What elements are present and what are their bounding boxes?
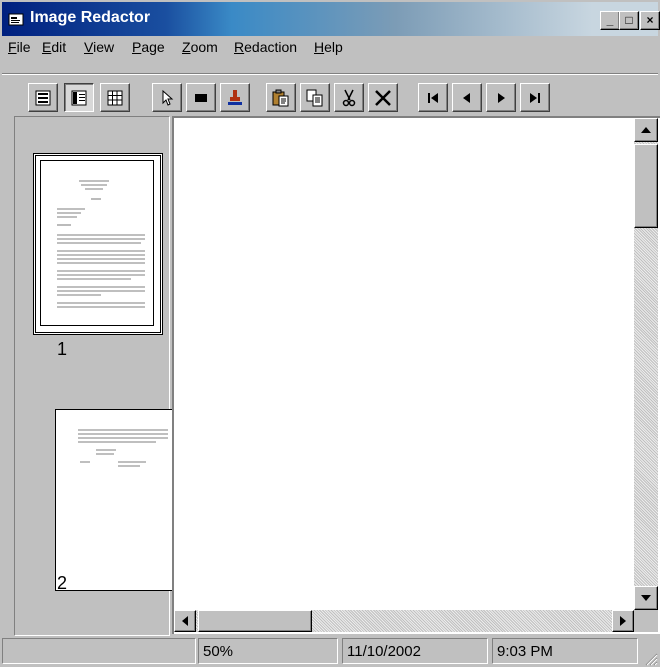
scroll-down-button[interactable] — [634, 586, 658, 610]
vertical-scrollbar[interactable] — [634, 118, 658, 610]
maximize-button[interactable]: □ — [619, 11, 639, 30]
redact-box-icon — [195, 93, 207, 102]
close-icon: × — [646, 13, 654, 27]
vertical-scroll-thumb[interactable] — [634, 144, 658, 228]
arrow-right-icon — [620, 616, 626, 626]
scissors-icon — [342, 89, 356, 106]
thumbnail-view-button[interactable] — [64, 83, 94, 112]
page-1-preview — [57, 180, 145, 308]
window-title: Image Redactor — [30, 9, 151, 26]
delete-button[interactable] — [368, 83, 398, 112]
copy-icon — [306, 89, 323, 106]
pointer-icon — [162, 89, 174, 106]
status-message — [2, 638, 196, 664]
horizontal-scroll-thumb[interactable] — [198, 610, 312, 632]
menu-zoom[interactable]: Zoom — [182, 39, 218, 55]
paste-icon — [272, 89, 289, 106]
previous-page-icon — [463, 92, 470, 103]
menu-page[interactable]: Page — [132, 39, 165, 55]
status-bar: 50% 11/10/2002 9:03 PM — [0, 636, 660, 667]
scroll-right-button[interactable] — [612, 610, 634, 632]
app-icon — [8, 13, 24, 26]
minimize-button[interactable]: _ — [600, 11, 620, 30]
menu-redaction[interactable]: Redaction — [234, 39, 297, 55]
first-page-icon — [428, 92, 438, 103]
copy-button[interactable] — [300, 83, 330, 112]
toolbar — [2, 79, 658, 113]
last-page-icon — [530, 92, 540, 103]
app-window: Image Redactor _ □ × File Edit View Page… — [0, 0, 660, 667]
last-page-button[interactable] — [520, 83, 550, 112]
status-time: 9:03 PM — [492, 638, 638, 664]
cut-button[interactable] — [334, 83, 364, 112]
status-date: 11/10/2002 — [342, 638, 488, 664]
menu-edit[interactable]: Edit — [42, 39, 66, 55]
next-page-icon — [498, 92, 505, 103]
horizontal-scrollbar[interactable] — [174, 610, 634, 632]
paste-button[interactable] — [266, 83, 296, 112]
first-page-button[interactable] — [418, 83, 448, 112]
resize-grip-icon[interactable] — [642, 650, 658, 666]
stamp-icon — [228, 89, 242, 105]
thumbnail-view-icon — [71, 90, 87, 105]
status-zoom: 50% — [198, 638, 338, 664]
menu-file[interactable]: File — [8, 39, 31, 55]
arrow-left-icon — [182, 616, 188, 626]
grid-view-button[interactable] — [100, 83, 130, 112]
stamp-button[interactable] — [220, 83, 250, 112]
menu-help[interactable]: Help — [314, 39, 343, 55]
menu-bar: File Edit View Page Zoom Redaction Help — [2, 36, 658, 58]
thumbnail-page-1[interactable] — [33, 153, 163, 335]
menu-divider — [2, 73, 658, 75]
previous-page-button[interactable] — [452, 83, 482, 112]
scroll-corner — [634, 610, 658, 632]
thumbnail-label-2: 2 — [57, 573, 68, 593]
pointer-tool-button[interactable] — [152, 83, 182, 112]
grid-view-icon — [107, 90, 123, 105]
document-view[interactable] — [172, 116, 660, 634]
scroll-up-button[interactable] — [634, 118, 658, 142]
arrow-down-icon — [641, 595, 651, 601]
close-button[interactable]: × — [640, 11, 660, 30]
thumbnail-pane[interactable]: 1 2 — [14, 116, 173, 636]
thumbnail-page-2[interactable] — [55, 409, 173, 591]
title-bar[interactable]: Image Redactor _ □ × — [2, 2, 660, 36]
delete-x-icon — [375, 89, 391, 106]
redact-box-button[interactable] — [186, 83, 216, 112]
next-page-button[interactable] — [486, 83, 516, 112]
scroll-left-button[interactable] — [174, 610, 196, 632]
arrow-up-icon — [641, 127, 651, 133]
single-page-icon — [35, 90, 51, 105]
thumbnail-label-1: 1 — [57, 339, 68, 359]
minimize-icon: _ — [606, 13, 614, 27]
menu-view[interactable]: View — [84, 39, 114, 55]
maximize-icon: □ — [625, 13, 633, 27]
page-2-preview — [78, 429, 168, 467]
single-page-view-button[interactable] — [28, 83, 58, 112]
